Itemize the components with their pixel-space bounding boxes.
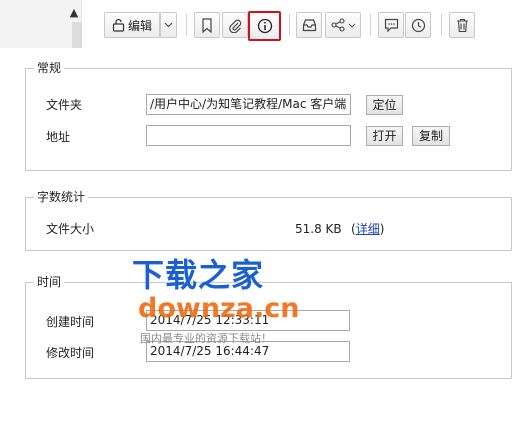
word-count-group-title: 字数统计 [34,190,89,204]
delete-button[interactable] [449,12,475,38]
edit-button[interactable]: 编辑 [104,12,160,38]
details-link-wrapper: (详细) [351,222,384,236]
folder-field[interactable]: /用户中心/为知笔记教程/Mac 客户端 [146,94,351,115]
chevron-down-icon [164,22,173,28]
file-size-value: 51.8 KB [295,222,342,236]
share-button[interactable] [325,12,361,38]
chevron-down-icon [348,23,356,28]
toolbar-divider [186,14,187,36]
watermark-domain: downza.cn [138,293,300,324]
created-time-label: 创建时间 [46,315,95,329]
details-link[interactable]: 详细 [356,222,380,236]
toolbar-divider [289,14,290,36]
open-button[interactable]: 打开 [366,126,403,146]
toolbar-divider [370,14,371,36]
lock-icon [112,18,125,32]
paperclip-icon [228,18,242,33]
general-group: 常规 [25,61,512,171]
inbox-icon [302,18,317,32]
bookmark-button[interactable] [194,12,220,38]
watermark-logo-text: 下载之家 [132,256,265,294]
address-field[interactable] [146,125,351,146]
comment-icon [384,18,399,32]
clock-icon [411,18,426,33]
comment-button[interactable] [378,12,404,38]
folder-label: 文件夹 [46,98,83,112]
edit-dropdown-button[interactable] [160,12,177,38]
inbox-button[interactable] [296,12,322,38]
watermark-tagline: 国内最专业的资源下载站！ [140,332,272,345]
address-label: 地址 [46,130,71,144]
general-group-title: 常规 [34,61,65,75]
attachment-button[interactable] [222,12,248,38]
word-count-group: 字数统计 [25,190,512,251]
trash-icon [456,18,469,33]
edit-label: 编辑 [127,18,152,33]
scroll-up-arrow-icon[interactable]: ▲ [66,6,82,20]
file-size-label: 文件大小 [46,222,95,236]
info-icon [257,18,273,34]
modified-time-label: 修改时间 [46,346,95,360]
paren-close: ) [379,222,385,236]
bookmark-icon [201,17,213,33]
reminder-button[interactable] [405,12,431,38]
share-icon [330,18,345,32]
toolbar-divider [441,14,442,36]
locate-button[interactable]: 定位 [366,95,403,115]
note-info-button[interactable] [248,11,281,41]
copy-button[interactable]: 复制 [412,126,450,146]
scrollbar-thumb[interactable] [72,22,82,48]
time-group-title: 时间 [34,275,65,289]
